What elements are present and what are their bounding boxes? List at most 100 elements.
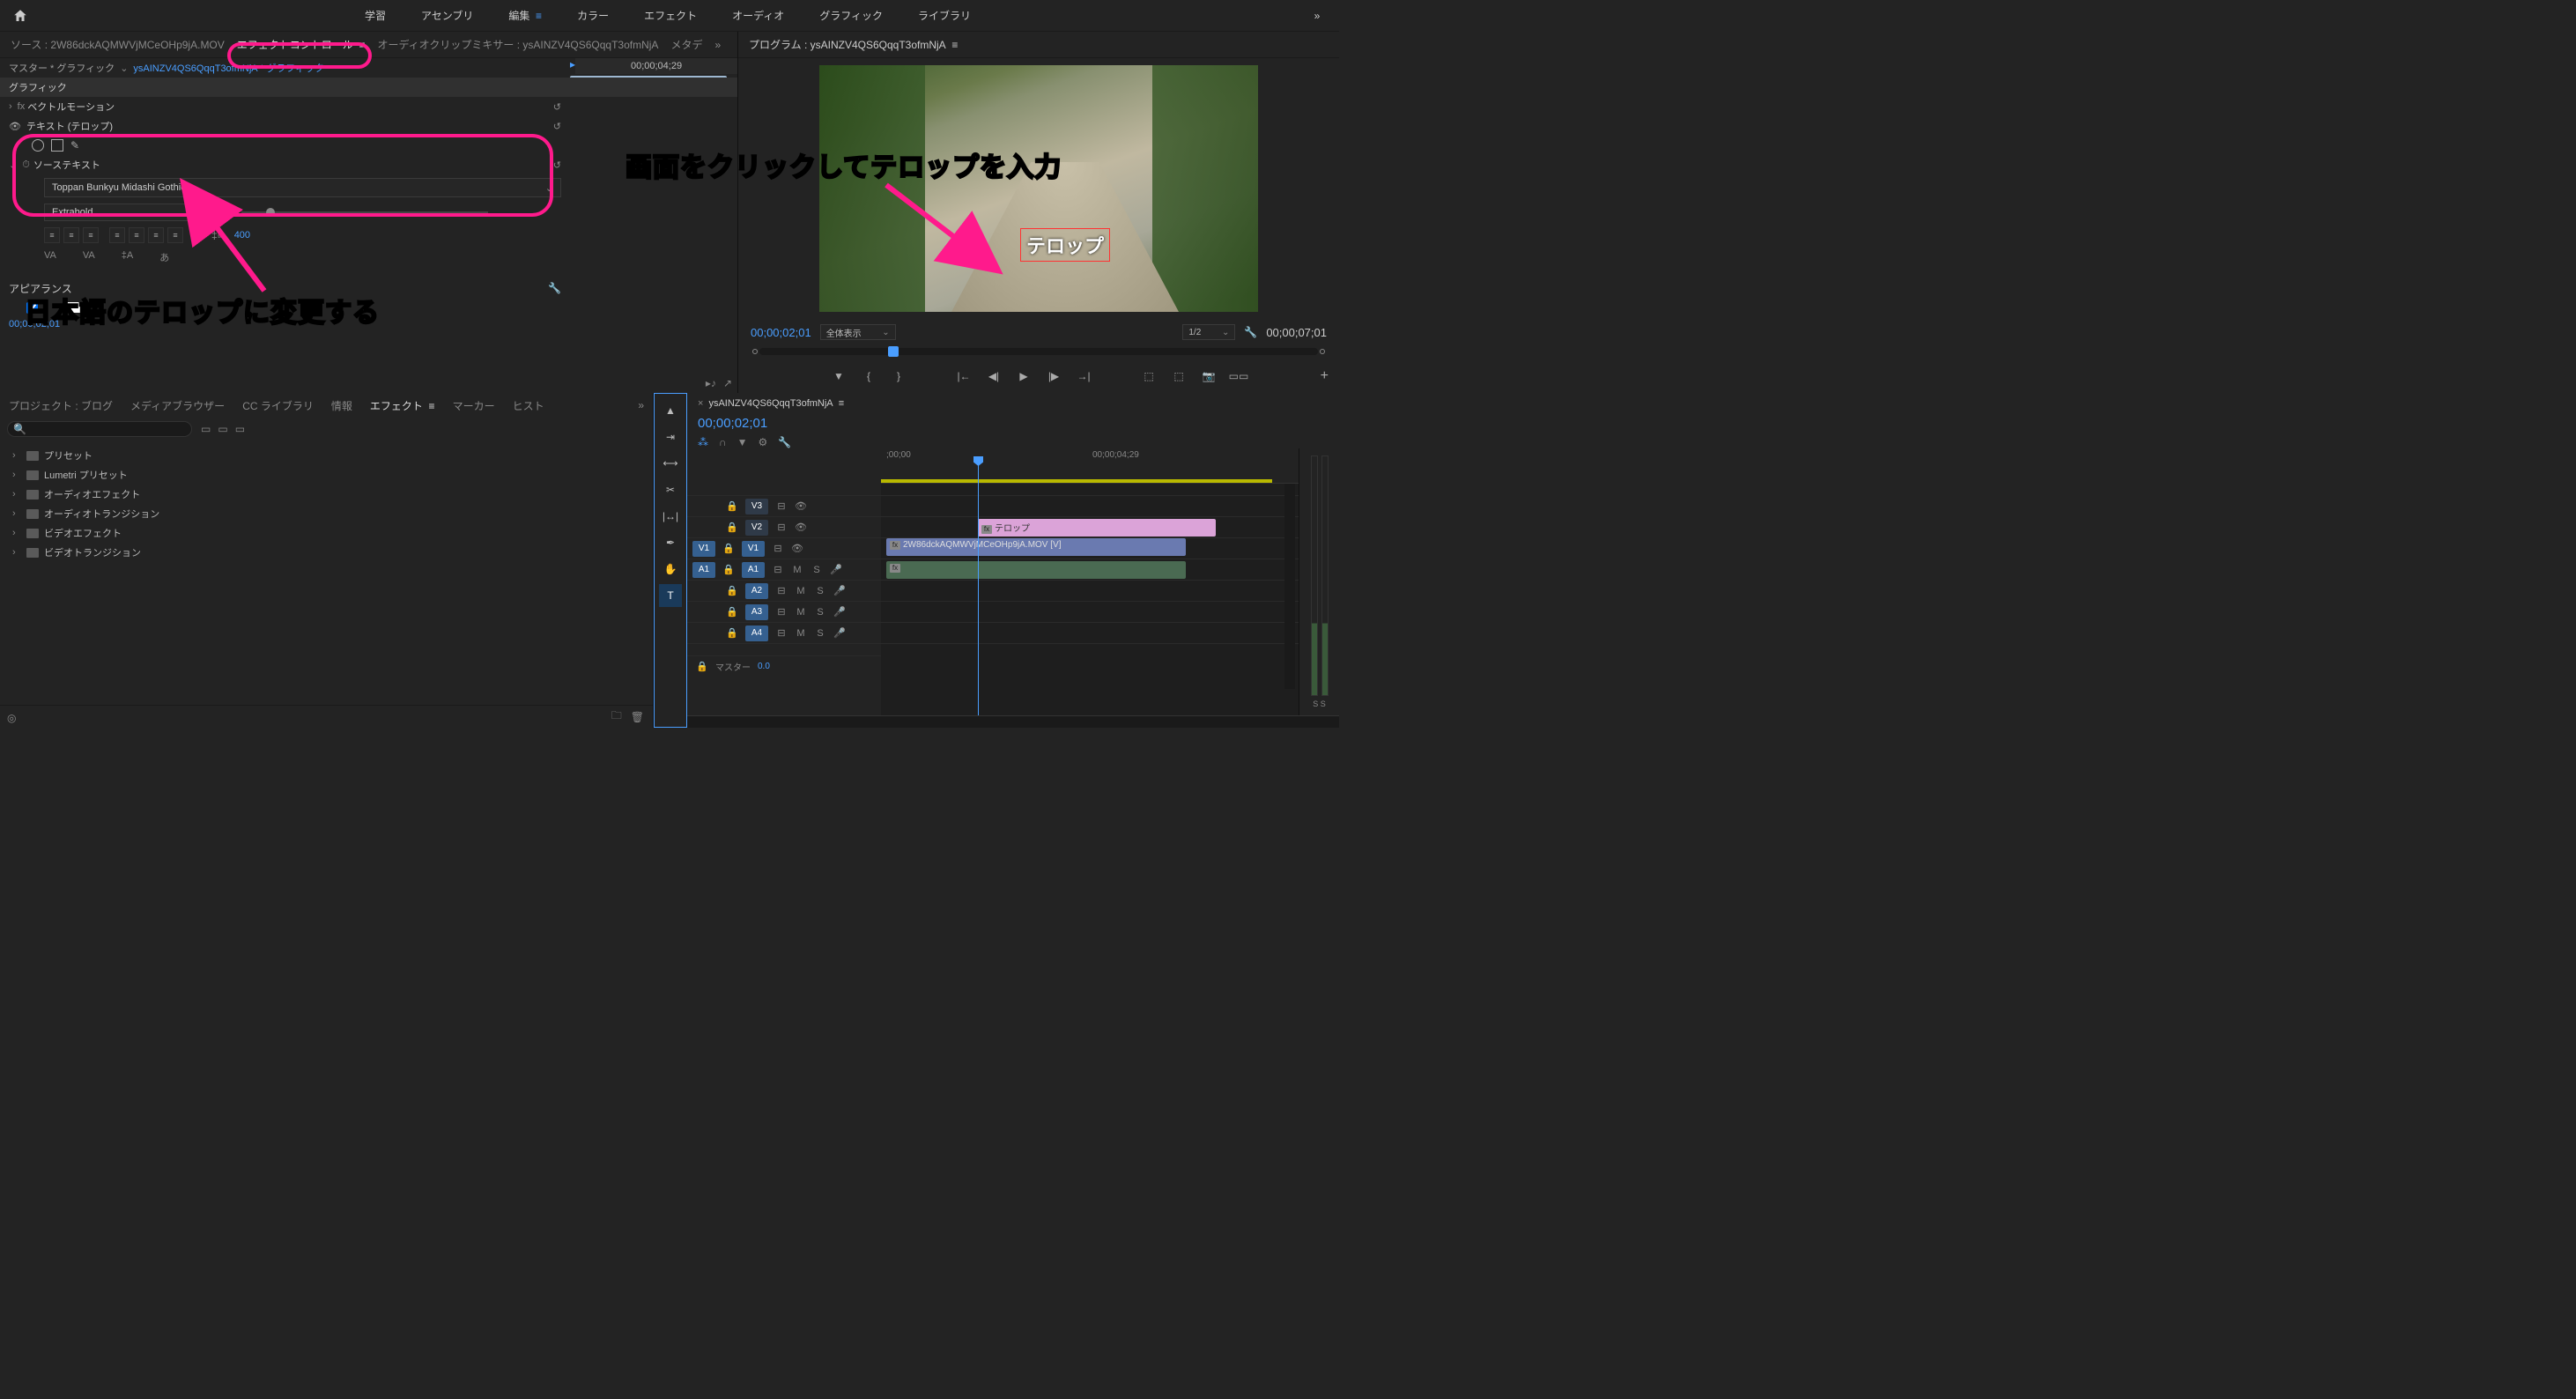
marker-icon[interactable]: ▼ bbox=[737, 436, 748, 448]
track-v1-lane[interactable]: fx2W86dckAQMWVjMCeOHp9jA.MOV [V] bbox=[881, 538, 1299, 559]
track-target-v3[interactable]: V3 bbox=[745, 499, 768, 514]
source-patch-v1[interactable]: V1 bbox=[692, 541, 715, 557]
pen-mask-button[interactable]: ✎ bbox=[70, 139, 79, 152]
sync-lock-icon[interactable]: ⊟ bbox=[775, 500, 788, 512]
workspace-tab[interactable]: アセンブリ bbox=[421, 8, 473, 23]
add-marker-button[interactable]: ▼ bbox=[831, 368, 847, 384]
eye-icon[interactable]: 👁 bbox=[791, 543, 803, 554]
lock-icon[interactable]: 🔒 bbox=[722, 543, 735, 554]
scrub-end[interactable] bbox=[1320, 349, 1325, 354]
tab-history[interactable]: ヒスト bbox=[513, 398, 544, 413]
effect-vector-motion[interactable]: ›fx ベクトルモーション ↺ bbox=[0, 97, 737, 116]
play-only-icon[interactable]: ▸♪ bbox=[706, 377, 716, 389]
tab-project[interactable]: プロジェクト : ブログ bbox=[9, 398, 113, 413]
ellipse-mask-button[interactable] bbox=[32, 139, 44, 152]
reset-icon[interactable]: ↺ bbox=[553, 159, 561, 171]
eye-icon[interactable]: 👁 bbox=[9, 121, 21, 132]
font-size-slider[interactable] bbox=[241, 211, 488, 213]
reset-icon[interactable]: ↺ bbox=[553, 121, 561, 132]
preset-yuv-icon[interactable]: ▭ bbox=[235, 423, 245, 435]
preset-32-icon[interactable]: ▭ bbox=[218, 423, 227, 435]
solo-button[interactable]: S bbox=[814, 607, 826, 618]
video-frame[interactable]: テロップ bbox=[819, 65, 1258, 312]
tree-item[interactable]: ›ビデオエフェクト bbox=[7, 523, 646, 543]
project-tabs-more[interactable]: » bbox=[638, 399, 644, 411]
align-left-button[interactable]: ≡ bbox=[44, 227, 60, 243]
align-center-button[interactable]: ≡ bbox=[63, 227, 79, 243]
workspace-more-button[interactable]: » bbox=[1295, 10, 1339, 22]
track-v3-lane[interactable] bbox=[881, 496, 1299, 517]
tsume-icon[interactable]: あ bbox=[159, 250, 169, 264]
comparison-button[interactable]: ▭▭ bbox=[1231, 368, 1247, 384]
track-a1-lane[interactable]: fx bbox=[881, 559, 1299, 581]
appearance-section[interactable]: アピアランス 🔧 bbox=[0, 277, 737, 300]
mute-button[interactable]: M bbox=[795, 586, 807, 596]
telop-text[interactable]: テロップ bbox=[1026, 235, 1104, 257]
sync-lock-icon[interactable]: ⊟ bbox=[775, 606, 788, 618]
record-button[interactable]: 🎤 bbox=[833, 606, 846, 618]
track-target-a1[interactable]: A1 bbox=[742, 562, 765, 578]
master-value[interactable]: 0.0 bbox=[758, 662, 770, 671]
program-canvas[interactable]: テロップ bbox=[738, 58, 1339, 321]
ripple-edit-tool[interactable]: ⟷ bbox=[659, 452, 682, 475]
timeline-timecode[interactable]: 00;00;02;01 bbox=[698, 416, 767, 431]
rect-mask-button[interactable] bbox=[51, 139, 63, 152]
panel-tabs-more[interactable]: » bbox=[714, 39, 721, 51]
effects-search-input[interactable]: 🔍 bbox=[7, 421, 192, 437]
program-timecode-left[interactable]: 00;00;02;01 bbox=[751, 326, 811, 339]
step-back-button[interactable]: ◀| bbox=[986, 368, 1002, 384]
go-to-out-button[interactable]: →| bbox=[1076, 368, 1092, 384]
record-button[interactable]: 🎤 bbox=[830, 564, 842, 575]
tab-audio-clip-mixer[interactable]: オーディオクリップミキサー : ysAINZV4QS6QqqT3ofmNjA bbox=[377, 37, 658, 52]
track-a2-lane[interactable] bbox=[881, 581, 1299, 602]
tree-item[interactable]: ›オーディオトランジション bbox=[7, 504, 646, 523]
workspace-tab[interactable]: カラー bbox=[577, 8, 609, 23]
eye-icon[interactable]: 👁 bbox=[795, 500, 807, 512]
new-bin-button[interactable]: 🗀 bbox=[611, 707, 622, 726]
tree-item[interactable]: ›Lumetri プリセット bbox=[7, 465, 646, 485]
close-icon[interactable]: × bbox=[698, 398, 703, 409]
lock-icon[interactable]: 🔒 bbox=[722, 564, 735, 575]
eye-icon[interactable]: 👁 bbox=[795, 522, 807, 533]
tree-item[interactable]: ›プリセット bbox=[7, 446, 646, 465]
mark-in-button[interactable]: { bbox=[861, 368, 877, 384]
loop-icon[interactable]: ↗ bbox=[723, 377, 732, 389]
timeline-hscroll[interactable] bbox=[687, 715, 1339, 728]
play-button[interactable]: ▶ bbox=[1016, 368, 1032, 384]
timeline-vscroll[interactable] bbox=[1284, 484, 1295, 689]
lock-icon[interactable]: 🔒 bbox=[726, 585, 738, 596]
mark-out-button[interactable]: } bbox=[891, 368, 907, 384]
workspace-tab[interactable]: オーディオ bbox=[732, 8, 784, 23]
program-scrubber[interactable] bbox=[759, 348, 1318, 355]
resolution-dropdown[interactable]: 1/2 bbox=[1182, 324, 1235, 340]
go-to-in-button[interactable]: |← bbox=[956, 368, 972, 384]
align-right-button[interactable]: ≡ bbox=[83, 227, 99, 243]
effect-source-text[interactable]: ⌄⏱ソーステキスト ↺ bbox=[0, 155, 737, 174]
font-family-dropdown[interactable]: Toppan Bunkyu Midashi Gothic bbox=[44, 178, 561, 197]
solo-button[interactable]: S bbox=[814, 586, 826, 596]
lock-icon[interactable]: 🔒 bbox=[726, 522, 738, 533]
tab-cc-libraries[interactable]: CC ライブラリ bbox=[242, 398, 314, 413]
track-target-v1[interactable]: V1 bbox=[742, 541, 765, 557]
track-target-v2[interactable]: V2 bbox=[745, 520, 768, 536]
wrench-icon[interactable]: 🔧 bbox=[548, 282, 561, 294]
font-weight-dropdown[interactable]: Extrabold bbox=[44, 204, 194, 221]
sync-lock-icon[interactable]: ⊟ bbox=[775, 627, 788, 639]
step-forward-button[interactable]: |▶ bbox=[1046, 368, 1062, 384]
workspace-tab[interactable]: ライブラリ bbox=[918, 8, 971, 23]
tab-effect-controls[interactable]: エフェクトコントロール ≡ bbox=[237, 37, 366, 52]
tree-item[interactable]: ›オーディオエフェクト bbox=[7, 485, 646, 504]
leading-icon[interactable]: ‡A bbox=[122, 250, 133, 264]
delete-button[interactable]: 🗑 bbox=[631, 711, 644, 723]
sync-lock-icon[interactable]: ⊟ bbox=[775, 522, 788, 533]
lock-icon[interactable]: 🔒 bbox=[726, 627, 738, 639]
fill-color-swatch[interactable] bbox=[64, 302, 89, 313]
tab-info[interactable]: 情報 bbox=[331, 398, 352, 413]
creative-cloud-icon[interactable]: ◎ bbox=[7, 712, 16, 724]
fill-checkbox[interactable] bbox=[26, 302, 38, 314]
solo-button[interactable]: S bbox=[811, 565, 823, 575]
sync-lock-icon[interactable]: ⊟ bbox=[775, 585, 788, 596]
mute-button[interactable]: M bbox=[795, 607, 807, 618]
preset-badge-icon[interactable]: ▭ bbox=[201, 423, 211, 435]
mute-button[interactable]: M bbox=[795, 628, 807, 639]
